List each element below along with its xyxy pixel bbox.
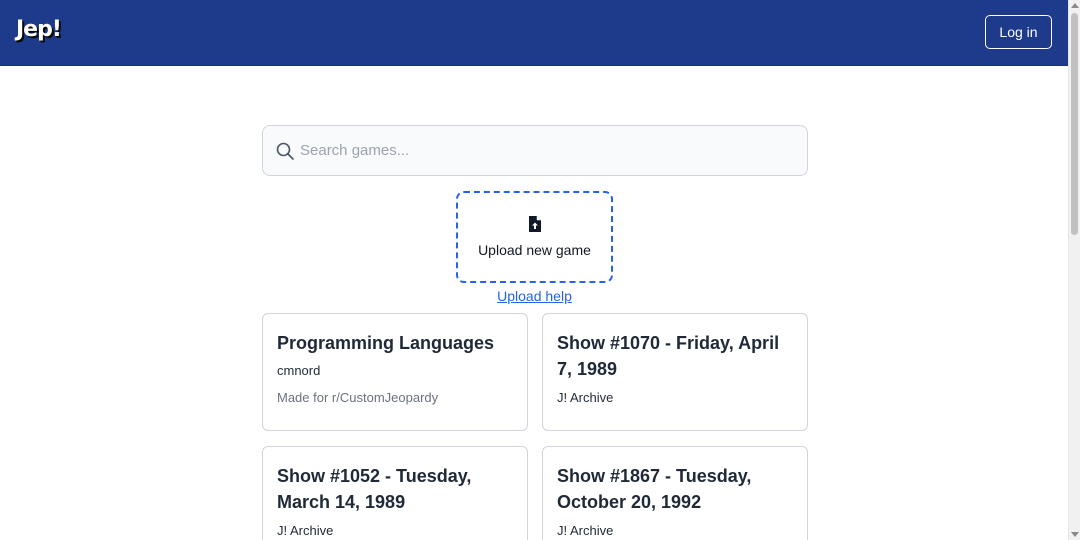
upload-new-game-label: Upload new game [478, 242, 591, 258]
game-author: J! Archive [557, 523, 614, 538]
upload-new-game-button[interactable]: Upload new game [456, 191, 613, 283]
page: Jep! Log in Upload new game Upload help … [0, 0, 1080, 540]
app-logo[interactable]: Jep! [16, 17, 62, 42]
page-scrollbar[interactable] [1068, 0, 1080, 540]
game-card[interactable]: Show #1052 - Tuesday, March 14, 1989 J! … [262, 446, 528, 540]
game-description: Made for r/CustomJeopardy [277, 390, 439, 405]
top-navbar: Jep! Log in [0, 0, 1068, 66]
game-author: J! Archive [277, 523, 334, 538]
game-title: Show #1052 - Tuesday, March 14, 1989 [277, 466, 472, 512]
game-card[interactable]: Programming Languages cmnord Made for r/… [262, 313, 528, 431]
search-input[interactable] [299, 126, 800, 175]
login-button[interactable]: Log in [985, 15, 1052, 49]
game-title: Show #1867 - Tuesday, October 20, 1992 [557, 466, 752, 512]
game-card[interactable]: Show #1867 - Tuesday, October 20, 1992 J… [542, 446, 808, 540]
scrollbar-thumb[interactable] [1071, 13, 1078, 235]
search-icon [276, 142, 294, 160]
game-author: cmnord [277, 363, 321, 378]
scroll-down-arrow-icon[interactable] [1071, 532, 1079, 537]
game-card[interactable]: Show #1070 - Friday, April 7, 1989 J! Ar… [542, 313, 808, 431]
game-title: Show #1070 - Friday, April 7, 1989 [557, 333, 780, 379]
scroll-up-arrow-icon[interactable] [1071, 3, 1079, 8]
search-bar [262, 125, 808, 176]
upload-help-link[interactable]: Upload help [456, 288, 613, 304]
game-author: J! Archive [557, 390, 614, 405]
file-upload-icon [529, 216, 541, 232]
game-title: Programming Languages [277, 333, 495, 353]
